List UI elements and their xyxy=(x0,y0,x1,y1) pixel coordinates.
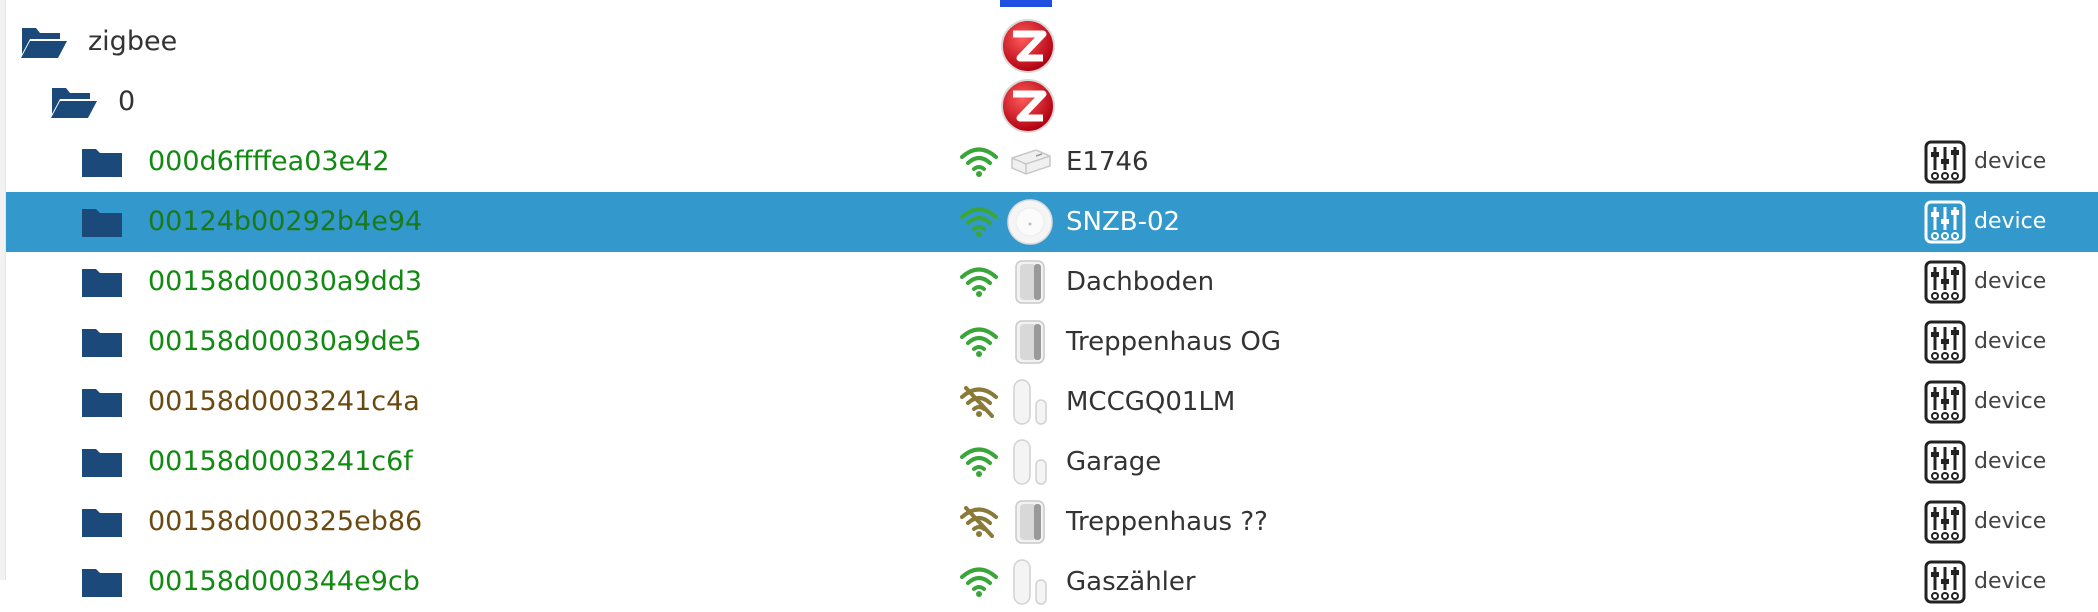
device-name-label: Dachboden xyxy=(1066,267,1215,297)
device-type-label: device xyxy=(1974,449,2047,474)
device-id-label: 00158d0003241c4a xyxy=(148,386,420,417)
folder-icon[interactable] xyxy=(80,324,124,360)
device-type-label: device xyxy=(1974,569,2047,594)
folder-icon[interactable] xyxy=(80,564,124,600)
sliders-icon xyxy=(1924,380,1966,424)
device-row[interactable]: 00124b00292b4e94 SNZB-02 device xyxy=(6,192,2098,252)
device-name-label: SNZB-02 xyxy=(1066,207,1181,237)
wifi-icon xyxy=(960,446,998,478)
folder-open-icon[interactable] xyxy=(50,84,98,120)
sliders-icon xyxy=(1924,500,1966,544)
round-sensor-icon xyxy=(1006,198,1054,246)
sliders-icon xyxy=(1924,260,1966,304)
device-name-label: Garage xyxy=(1066,447,1162,477)
folder-icon[interactable] xyxy=(80,144,124,180)
device-type-label: device xyxy=(1974,209,2047,234)
device-type-label: device xyxy=(1974,389,2047,414)
door-sensor-icon xyxy=(1006,558,1054,606)
tree-row-instance[interactable]: 0 xyxy=(6,72,2098,134)
wifi-icon xyxy=(960,206,998,238)
sliders-icon xyxy=(1924,440,1966,484)
device-type-label: device xyxy=(1974,509,2047,534)
folder-icon[interactable] xyxy=(80,504,124,540)
zigbee-logo-icon xyxy=(1000,18,1056,74)
folder-icon[interactable] xyxy=(80,444,124,480)
wifi-icon xyxy=(960,146,998,178)
tree-row-root[interactable]: zigbee xyxy=(6,12,2098,74)
wifi-icon xyxy=(960,566,998,598)
folder-open-icon[interactable] xyxy=(20,24,68,60)
device-row[interactable]: 00158d0003241c6f Garage device xyxy=(6,432,2098,492)
plug-icon xyxy=(1006,138,1054,186)
device-row[interactable]: 000d6ffffea03e42 E1746 device xyxy=(6,132,2098,192)
device-name-label: Treppenhaus ?? xyxy=(1066,507,1268,537)
folder-icon[interactable] xyxy=(80,264,124,300)
device-id-label: 00158d000325eb86 xyxy=(148,506,423,537)
sliders-icon xyxy=(1924,140,1966,184)
tree-label-instance: 0 xyxy=(118,86,136,117)
wifi-off-icon xyxy=(960,506,998,538)
sliders-icon xyxy=(1924,200,1966,244)
folder-icon[interactable] xyxy=(80,204,124,240)
folder-icon[interactable] xyxy=(80,384,124,420)
device-row[interactable]: 00158d00030a9de5 Treppenhaus OG device xyxy=(6,312,2098,372)
sliders-icon xyxy=(1924,320,1966,364)
device-id-label: 00158d00030a9de5 xyxy=(148,326,422,357)
wifi-off-icon xyxy=(960,386,998,418)
door-sensor-icon xyxy=(1006,438,1054,486)
device-row[interactable]: 00158d000344e9cb Gaszähler device xyxy=(6,552,2098,612)
device-row[interactable]: 00158d0003241c4a MCCGQ01LM device xyxy=(6,372,2098,432)
top-highlight-tag xyxy=(1000,0,1052,7)
device-row[interactable]: 00158d000325eb86 Treppenhaus ?? device xyxy=(6,492,2098,552)
device-row[interactable]: 00158d00030a9dd3 Dachboden device xyxy=(6,252,2098,312)
device-id-label: 00124b00292b4e94 xyxy=(148,206,423,237)
sliders-icon xyxy=(1924,560,1966,604)
zigbee-logo-icon xyxy=(1000,78,1056,134)
device-type-label: device xyxy=(1974,329,2047,354)
door-sensor-icon xyxy=(1006,378,1054,426)
device-id-label: 000d6ffffea03e42 xyxy=(148,146,390,177)
device-name-label: MCCGQ01LM xyxy=(1066,387,1236,417)
device-type-label: device xyxy=(1974,269,2047,294)
motion-sensor-icon xyxy=(1006,318,1054,366)
device-name-label: Gaszähler xyxy=(1066,567,1196,597)
motion-sensor-icon xyxy=(1006,258,1054,306)
device-id-label: 00158d0003241c6f xyxy=(148,446,413,477)
device-name-label: E1746 xyxy=(1066,147,1149,177)
motion-sensor-icon xyxy=(1006,498,1054,546)
device-id-label: 00158d000344e9cb xyxy=(148,566,420,597)
device-type-label: device xyxy=(1974,149,2047,174)
wifi-icon xyxy=(960,326,998,358)
wifi-icon xyxy=(960,266,998,298)
device-name-label: Treppenhaus OG xyxy=(1066,327,1281,357)
tree-label-root: zigbee xyxy=(88,26,178,57)
device-id-label: 00158d00030a9dd3 xyxy=(148,266,423,297)
